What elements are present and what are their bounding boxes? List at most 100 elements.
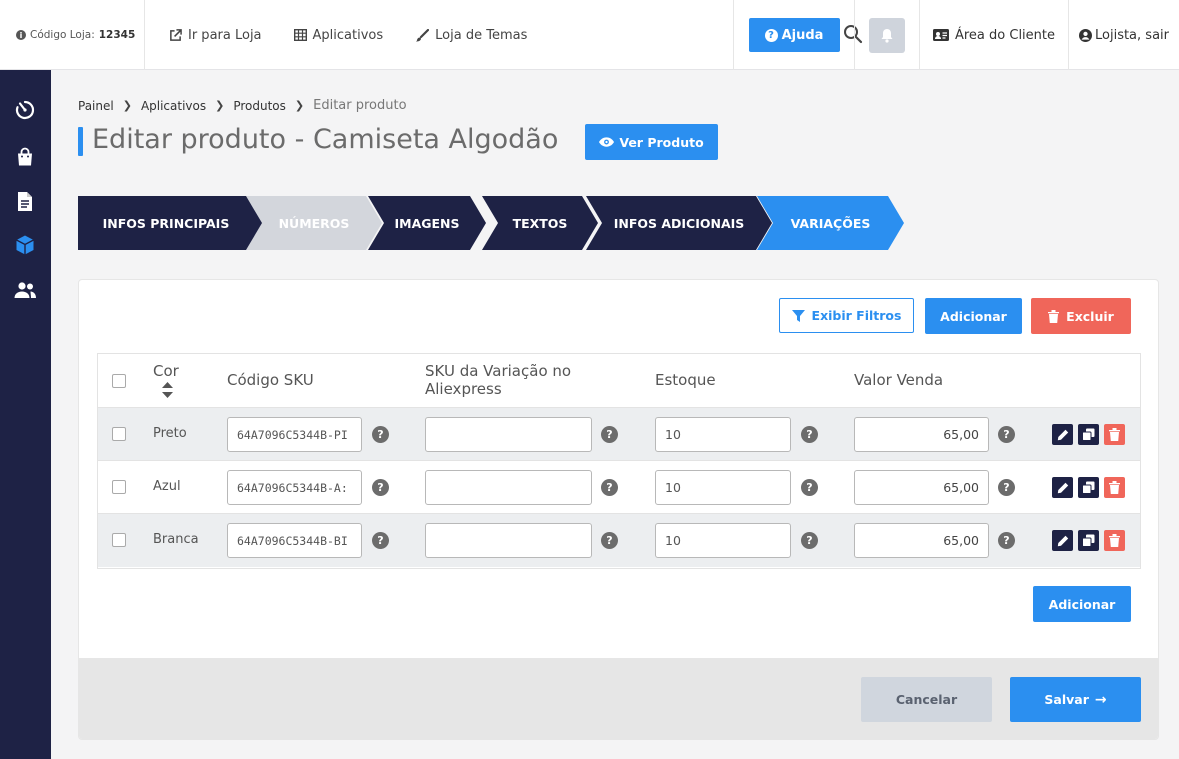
edit-row-button[interactable] (1052, 530, 1073, 551)
save-label: Salvar (1044, 692, 1089, 707)
filter-icon (791, 309, 805, 322)
duplicate-row-button[interactable] (1078, 424, 1099, 445)
help-icon[interactable]: ? (801, 532, 818, 549)
price-input[interactable]: 65,00 (854, 523, 989, 558)
price-input[interactable]: 65,00 (854, 417, 989, 452)
top-links: Ir para Loja Aplicativos Loja de Temas (145, 0, 863, 70)
help-icon[interactable]: ? (998, 479, 1015, 496)
help-icon[interactable]: ? (372, 479, 389, 496)
help-icon[interactable]: ? (601, 532, 618, 549)
step-variacoes[interactable]: VARIAÇÕES (757, 196, 904, 250)
chevron-right-icon: ❯ (215, 99, 225, 112)
help-icon[interactable]: ? (372, 532, 389, 549)
step-imagens[interactable]: IMAGENS (368, 196, 486, 250)
help-icon[interactable]: ? (801, 426, 818, 443)
step-label: INFOS PRINCIPAIS (102, 215, 230, 231)
step-infos-adicionais[interactable]: INFOS ADICIONAIS (586, 196, 772, 250)
step-label: NÚMEROS (278, 215, 350, 231)
show-filters-button[interactable]: Exibir Filtros (779, 298, 914, 333)
stock-input[interactable]: 10 (655, 470, 791, 505)
table-row: Branca 64A7096C5344B-BI ? ? 10 ? 65,00 ? (98, 514, 1140, 567)
sku-input[interactable]: 64A7096C5344B-BI (227, 523, 362, 558)
help-icon[interactable]: ? (801, 479, 818, 496)
help-label: Ajuda (781, 27, 824, 43)
step-numeros[interactable]: NÚMEROS (246, 196, 382, 250)
apps-label: Aplicativos (312, 27, 384, 43)
help-icon[interactable]: ? (998, 426, 1015, 443)
top-bar: i Código Loja: 12345 Ir para Loja Aplica… (0, 0, 1179, 70)
pencil-icon (1057, 535, 1068, 546)
document-icon[interactable] (13, 189, 37, 213)
delete-label: Excluir (1066, 308, 1114, 324)
add-variation-button-bottom[interactable]: Adicionar (1033, 586, 1131, 622)
go-to-store-link[interactable]: Ir para Loja (169, 28, 262, 43)
edit-row-button[interactable] (1052, 477, 1073, 498)
breadcrumb-item-produtos[interactable]: Produtos (233, 99, 286, 113)
copy-icon (1082, 534, 1095, 547)
sku-input[interactable]: 64A7096C5344B-A: (227, 470, 362, 505)
logout-label: Lojista, sair (1095, 27, 1169, 43)
table-header: Cor Código SKU SKU da Variação no Aliexp… (98, 354, 1140, 408)
price-input[interactable]: 65,00 (854, 470, 989, 505)
theme-store-link[interactable]: Loja de Temas (415, 28, 527, 43)
page-title: Editar produto - Camiseta Algodão (92, 124, 559, 155)
row-checkbox[interactable] (112, 427, 126, 441)
select-all-checkbox[interactable] (112, 374, 126, 388)
stock-input[interactable]: 10 (655, 523, 791, 558)
help-icon[interactable]: ? (601, 479, 618, 496)
theme-store-label: Loja de Temas (435, 27, 528, 43)
aliexpress-sku-input[interactable] (425, 417, 592, 452)
delete-row-button[interactable] (1104, 477, 1125, 498)
view-product-button[interactable]: Ver Produto (585, 124, 718, 160)
aliexpress-sku-input[interactable] (425, 523, 592, 558)
breadcrumb-item-painel[interactable]: Painel (78, 99, 114, 113)
id-card-icon (932, 29, 949, 41)
dashboard-icon[interactable] (13, 98, 37, 122)
go-to-store-label: Ir para Loja (188, 27, 262, 43)
sku-input[interactable]: 64A7096C5344B-PI (227, 417, 362, 452)
row-checkbox[interactable] (112, 533, 126, 547)
sort-icon[interactable] (162, 382, 173, 398)
step-infos-principais[interactable]: INFOS PRINCIPAIS (78, 196, 264, 250)
client-area-label: Área do Cliente (954, 27, 1056, 43)
duplicate-row-button[interactable] (1078, 530, 1099, 551)
cancel-label: Cancelar (895, 692, 958, 707)
save-button[interactable]: Salvar → (1010, 677, 1141, 722)
breadcrumb-item-current: Editar produto (313, 98, 407, 113)
notifications-button[interactable] (869, 17, 905, 53)
bell-icon (881, 28, 893, 43)
delete-selected-button[interactable]: Excluir (1031, 298, 1131, 334)
step-label: IMAGENS (394, 215, 460, 231)
edit-row-button[interactable] (1052, 424, 1073, 445)
box-icon[interactable] (13, 233, 37, 257)
header-aliexpress-sku: SKU da Variação no Aliexpress (425, 362, 572, 398)
title-accent-bar (78, 127, 83, 156)
cancel-button[interactable]: Cancelar (861, 677, 992, 722)
apps-link[interactable]: Aplicativos (293, 27, 384, 43)
help-icon[interactable]: ? (998, 532, 1015, 549)
delete-row-button[interactable] (1104, 530, 1125, 551)
store-code-label: Código Loja: (30, 29, 95, 41)
grid-icon (293, 29, 307, 41)
copy-icon (1082, 428, 1095, 441)
client-area-link[interactable]: Área do Cliente (920, 0, 1069, 70)
aliexpress-sku-input[interactable] (425, 470, 592, 505)
shopping-bag-icon[interactable] (13, 145, 37, 169)
add-variation-button-top[interactable]: Adicionar (925, 298, 1022, 334)
logout-link[interactable]: Lojista, sair (1069, 0, 1179, 70)
users-icon[interactable] (13, 278, 37, 302)
store-code: i Código Loja: 12345 (0, 0, 145, 70)
duplicate-row-button[interactable] (1078, 477, 1099, 498)
breadcrumb-item-aplicativos[interactable]: Aplicativos (141, 99, 206, 113)
step-textos[interactable]: TEXTOS (482, 196, 598, 250)
trash-icon (1109, 428, 1120, 441)
help-icon[interactable]: ? (601, 426, 618, 443)
help-button[interactable]: ? Ajuda (748, 18, 840, 52)
stock-input[interactable]: 10 (655, 417, 791, 452)
brush-icon (416, 28, 430, 41)
help-cell: ? Ajuda (734, 0, 855, 70)
delete-row-button[interactable] (1104, 424, 1125, 445)
help-icon[interactable]: ? (372, 426, 389, 443)
row-checkbox[interactable] (112, 480, 126, 494)
eye-icon (599, 137, 615, 147)
